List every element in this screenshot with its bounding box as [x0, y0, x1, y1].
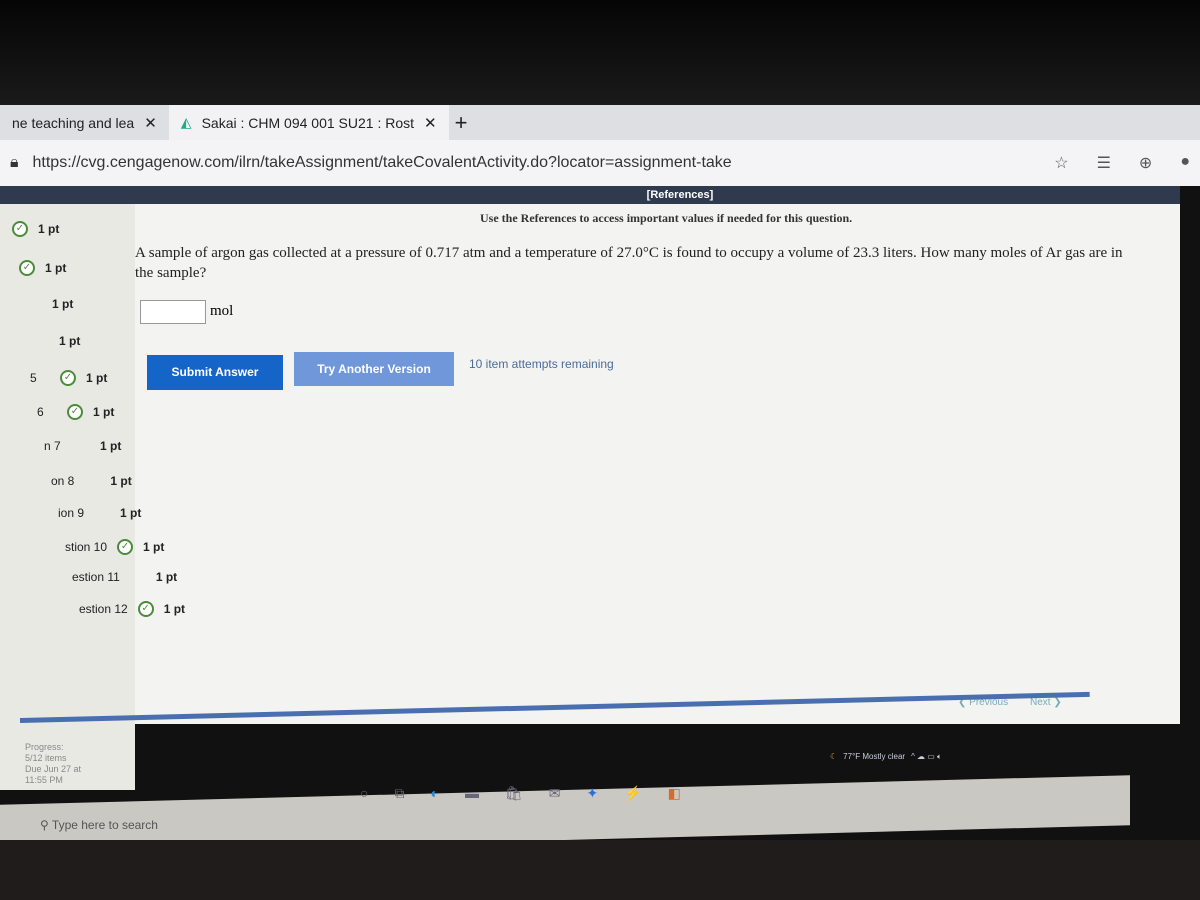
due-time: 11:55 PM	[25, 775, 63, 785]
points-label: 1 pt	[38, 222, 60, 236]
background-top	[0, 0, 1200, 105]
tray-icons[interactable]: ^ ☁ ▭ 🔈︎	[911, 752, 942, 762]
question-text: A sample of argon gas collected at a pre…	[135, 245, 1123, 281]
points-label: 1 pt	[86, 371, 108, 385]
sidebar-question-item[interactable]: n 7 1 pt	[44, 439, 121, 453]
progress-label: Progress:	[25, 742, 64, 752]
references-hint: Use the References to access important v…	[480, 211, 853, 225]
laptop-bezel	[0, 840, 1200, 900]
taskbar-search[interactable]: ⚲ Type here to search	[40, 818, 158, 832]
question-label: stion 10	[65, 540, 108, 554]
sidebar-question-item[interactable]: estion 11 1 pt	[72, 570, 177, 584]
task-view-icon[interactable]: ⧉	[394, 785, 404, 802]
progress-info: Progress: 5/12 items Due Jun 27 at 11:55…	[25, 742, 81, 786]
points-label: 1 pt	[120, 506, 142, 520]
dropbox-icon[interactable]: ✦	[586, 785, 598, 802]
mail-icon[interactable]: ✉	[549, 785, 561, 802]
search-placeholder: Type here to search	[51, 818, 158, 832]
tab-bar: ne teaching and lea ✕ ◭ Sakai : CHM 094 00…	[0, 105, 1200, 140]
question-label: 6	[37, 405, 44, 419]
question-sidebar	[0, 204, 135, 790]
url-text: https://cvg.cengagenow.com/ilrn/takeAssi…	[32, 154, 732, 171]
close-icon[interactable]: ✕	[424, 114, 437, 132]
points-label: 1 pt	[110, 474, 132, 488]
sidebar-question-item[interactable]: 1 pt	[16, 297, 73, 311]
check-icon: ✓	[60, 370, 76, 386]
question-label: estion 11	[72, 570, 120, 584]
new-tab-button[interactable]: +	[449, 110, 468, 136]
favorites-list-icon[interactable]: ☰	[1097, 153, 1111, 173]
office-icon[interactable]: ◧	[668, 785, 681, 802]
lock-icon: 🔒︎	[10, 154, 19, 171]
check-icon: ✓	[19, 260, 35, 276]
question-label: estion 12	[79, 602, 128, 616]
question-label: on 8	[51, 474, 75, 488]
attempts-remaining: 10 item attempts remaining	[469, 357, 614, 371]
taskbar-apps: ○ ⧉ ◐ ▬ 🛍︎ ✉ ✦ ⚡ ◧	[360, 785, 681, 802]
next-label: Next	[1030, 697, 1051, 708]
collections-icon[interactable]: ⊕	[1139, 153, 1152, 173]
check-icon: ✓	[137, 601, 154, 617]
address-bar[interactable]: 🔒︎ https://cvg.cengagenow.com/ilrn/takeA…	[0, 140, 1200, 186]
due-date: Due Jun 27 at	[25, 764, 82, 774]
close-icon[interactable]: ✕	[144, 114, 157, 132]
tab-teaching[interactable]: ne teaching and lea ✕	[0, 105, 169, 140]
tab-sakai[interactable]: ◭ Sakai : CHM 094 001 SU21 : Rost ✕	[168, 105, 449, 140]
app-icon[interactable]: ⚡	[624, 785, 641, 802]
question-label: ion 9	[58, 506, 85, 520]
submit-answer-button[interactable]: Submit Answer	[147, 355, 283, 390]
sidebar-question-item[interactable]: 5 ✓ 1 pt	[30, 370, 107, 386]
store-icon[interactable]: 🛍︎	[505, 785, 523, 802]
next-button[interactable]: Next ❯	[1030, 697, 1062, 708]
question-label: n 7	[44, 439, 61, 453]
profile-icon[interactable]: ●	[1180, 153, 1190, 173]
sidebar-question-item[interactable]: estion 12 ✓ 1 pt	[79, 601, 185, 617]
photos-icon[interactable]: ▬	[465, 785, 479, 802]
references-link[interactable]: [References]	[0, 186, 1180, 204]
points-label: 1 pt	[163, 602, 186, 616]
progress-count: 5/12 items	[25, 753, 67, 763]
weather-icon: ☾	[830, 752, 838, 761]
points-label: 1 pt	[45, 261, 67, 275]
sidebar-question-item[interactable]: ✓ 1 pt	[9, 260, 66, 276]
points-label: 1 pt	[143, 540, 165, 554]
sakai-icon: ◭	[180, 114, 192, 130]
points-label: 1 pt	[52, 297, 74, 311]
points-label: 1 pt	[100, 439, 122, 453]
check-icon: ✓	[67, 404, 83, 420]
question-label: 5	[30, 371, 37, 385]
sidebar-question-item[interactable]: 6 ✓ 1 pt	[37, 404, 114, 420]
try-another-version-button[interactable]: Try Another Version	[294, 352, 454, 386]
weather-text[interactable]: 77°F Mostly clear	[843, 752, 905, 762]
check-icon: ✓	[117, 539, 134, 555]
sidebar-question-item[interactable]: 1 pt	[23, 334, 80, 348]
unit-label: mol	[210, 303, 234, 319]
points-label: 1 pt	[59, 334, 81, 348]
sidebar-question-item[interactable]: stion 10 ✓ 1 pt	[65, 539, 164, 555]
sidebar-question-item[interactable]: ion 9 1 pt	[58, 506, 141, 520]
sidebar-question-item[interactable]: on 8 1 pt	[51, 474, 132, 488]
points-label: 1 pt	[93, 405, 115, 419]
edge-icon[interactable]: ◐	[430, 785, 438, 802]
check-icon: ✓	[12, 221, 28, 237]
sidebar-question-item[interactable]: ✓ 1 pt	[2, 221, 59, 237]
tab-label: ne teaching and lea	[12, 114, 135, 131]
points-label: 1 pt	[155, 570, 178, 584]
favorite-icon[interactable]: ☆	[1054, 153, 1068, 173]
tab-label: Sakai : CHM 094 001 SU21 : Rost	[201, 114, 415, 131]
cortana-icon[interactable]: ○	[360, 785, 368, 802]
system-tray: ☾ 77°F Mostly clear ^ ☁ ▭ 🔈︎	[830, 752, 942, 762]
answer-input[interactable]	[140, 300, 206, 324]
